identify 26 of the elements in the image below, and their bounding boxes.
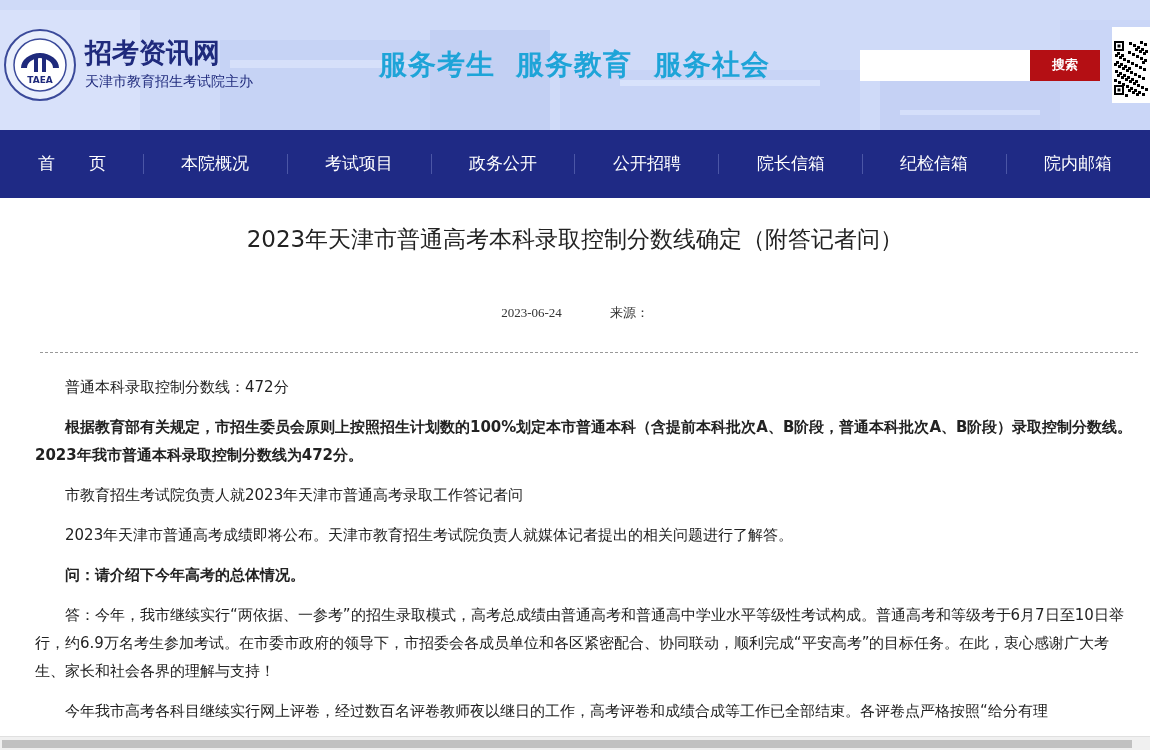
horizontal-scrollbar[interactable] [0,736,1150,750]
qr-code-icon [1112,27,1150,103]
nav-link[interactable]: 本院概况 [175,151,256,177]
logo-icon: TAEA [3,28,77,102]
site-name: 招考资讯网 [85,37,221,68]
article-paragraph: 2023年天津市普通高考成绩即将公布。天津市教育招生考试院负责人就媒体记者提出的相关问题进行了解答。 [64,525,795,546]
nav-link[interactable]: 院内邮箱 [1038,151,1119,177]
article-paragraph: 问：请介绍下今年高考的总体情况。 [64,565,306,586]
nav-link[interactable]: 政务公开 [463,151,544,177]
article-paragraph: 普通本科录取控制分数线：472分 [64,377,290,398]
article-title: 2023年天津市普通高考本科录取控制分数线确定（附答记者问） [245,225,905,254]
nav-link[interactable]: 院长信箱 [750,151,831,177]
publish-date: 2023-06-24 [501,303,562,322]
nav-link[interactable]: 首 页 [31,151,112,177]
site-subtitle: 天津市教育招生考试院主办 [85,72,254,92]
article-paragraph: 今年我市高考各科目继续实行网上评卷，经过数百名评卷教师夜以继日的工作，高考评卷和成绩合成等工作已全部结束。各评卷点严格按照“给分有理 [64,701,1049,722]
slogan: 服务考生 服务教育 服务社会 [379,47,770,83]
article-paragraph: 根据教育部有关规定，市招生委员会原则上按照招生计划数的100%划定本市普通本科（含提前本科批次A、B阶段，普通本科批次A、B阶段）录取控制分数线。2023年我市普通本科录取控制分数线为472分。 [35,417,1134,466]
nav-link[interactable]: 公开招聘 [606,151,687,177]
source-label: 来源： [609,303,649,322]
search-button[interactable]: 搜索 [1030,49,1100,81]
search-field[interactable] [860,49,1030,81]
nav-link[interactable]: 纪检信箱 [894,151,975,177]
nav-link[interactable]: 考试项目 [319,151,400,177]
article-paragraph: 市教育招生考试院负责人就2023年天津市普通高考录取工作答记者问 [64,485,525,506]
article-paragraph: 答：今年，我市继续实行“两依据、一参考”的招生录取模式，高考总成绩由普通高考和普通高中学业水平等级性考试构成。普通高考和等级考于6月7日至10日举行，约6.9万名考生参加考试。在市委市政府的领导下，市招委会各成员单位和各区紧密配合、协同联动，顺利完成“平安高考”的目标任务。在此，衷心感谢广大考生、家长和社会各界的理解与支持！ [35,605,1125,682]
